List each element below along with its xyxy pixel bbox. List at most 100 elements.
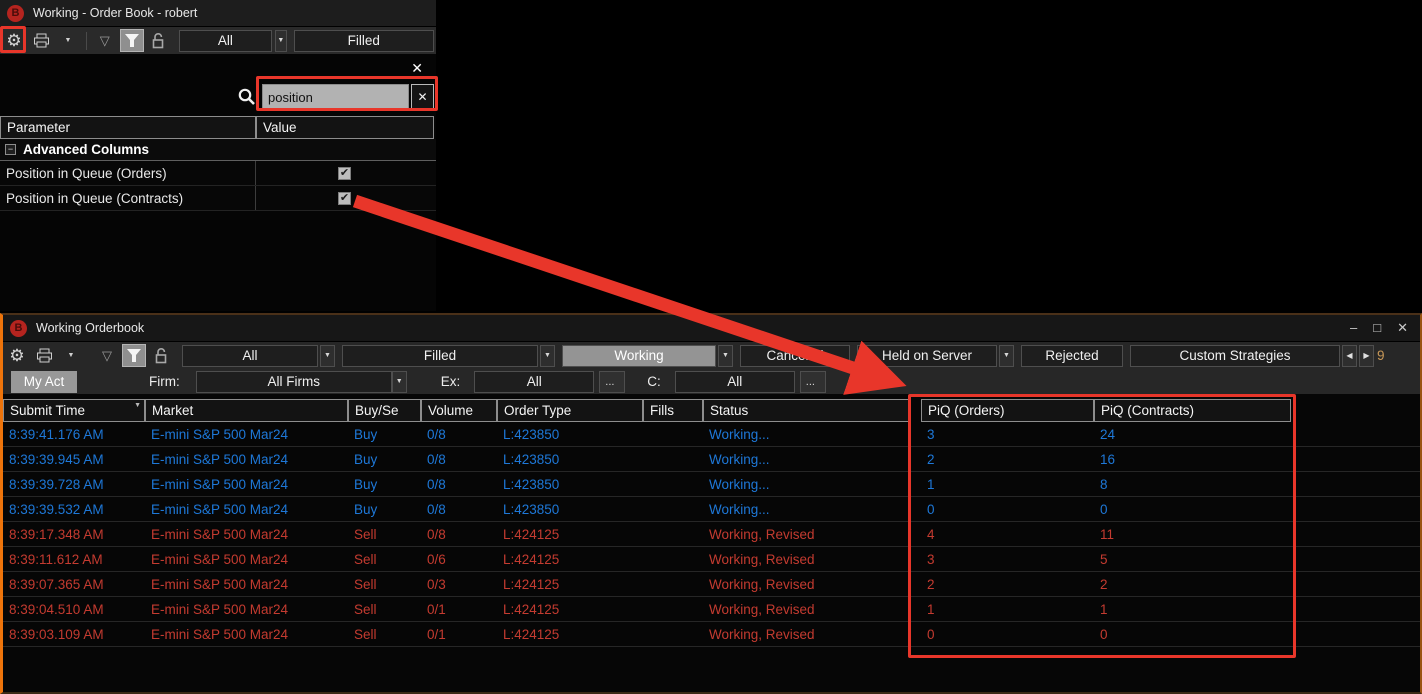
status-filter-rejected[interactable]: Rejected <box>1021 345 1123 367</box>
minimize-button[interactable]: – <box>1350 320 1357 336</box>
maximize-button[interactable]: □ <box>1373 320 1381 336</box>
column-header-submit-time[interactable]: Submit Time ▼ <box>3 399 145 422</box>
status-filter-filled[interactable]: Filled <box>342 345 538 367</box>
cell-fills <box>643 422 703 446</box>
parameter-value: ✔ <box>256 186 434 210</box>
app-logo-icon: B <box>10 320 27 337</box>
lock-button[interactable] <box>149 344 173 367</box>
exchange-field[interactable]: All <box>474 371 594 393</box>
settings-titlebar[interactable]: B Working - Order Book - robert <box>0 0 436 27</box>
order-row[interactable]: 8:39:39.945 AME-mini S&P 500 Mar24Buy0/8… <box>3 447 1420 472</box>
printer-icon <box>33 33 50 48</box>
order-row[interactable]: 8:39:39.532 AME-mini S&P 500 Mar24Buy0/8… <box>3 497 1420 522</box>
order-row[interactable]: 8:39:07.365 AME-mini S&P 500 Mar24Sell0/… <box>3 572 1420 597</box>
collapse-icon[interactable]: − <box>5 144 16 155</box>
order-row[interactable]: 8:39:39.728 AME-mini S&P 500 Mar24Buy0/8… <box>3 472 1420 497</box>
filter-button-active[interactable] <box>122 344 146 367</box>
settings-gear-button[interactable]: ⚙ <box>2 29 26 52</box>
parameter-row[interactable]: Position in Queue (Orders)✔ <box>0 161 436 186</box>
cell-order-type: L:424125 <box>497 622 643 646</box>
order-row[interactable]: 8:39:17.348 AME-mini S&P 500 Mar24Sell0/… <box>3 522 1420 547</box>
close-button[interactable]: ✕ <box>1397 320 1408 336</box>
gear-icon: ⚙ <box>6 32 21 49</box>
exchange-more-button[interactable]: ... <box>599 371 625 393</box>
settings-filter-filled-dropdown[interactable]: Filled <box>294 30 434 52</box>
column-header-volume[interactable]: Volume <box>421 399 497 422</box>
group-row-advanced-columns[interactable]: − Advanced Columns <box>0 139 436 161</box>
status-filter-all[interactable]: All <box>182 345 318 367</box>
cell-piq-orders: 0 <box>921 497 1094 521</box>
status-filter-working-arrow[interactable]: ▼ <box>718 345 733 367</box>
header-filler <box>1291 399 1420 422</box>
column-header-order-type[interactable]: Order Type <box>497 399 643 422</box>
status-filter-held-arrow[interactable]: ▼ <box>999 345 1014 367</box>
cell-status: Working, Revised <box>703 572 911 596</box>
panel-close-button[interactable]: ✕ <box>411 60 423 77</box>
cell-side: Sell <box>348 572 421 596</box>
settings-filter-all-arrow[interactable]: ▼ <box>275 30 287 52</box>
column-header-status[interactable]: Status <box>703 399 911 422</box>
order-row[interactable]: 8:39:03.109 AME-mini S&P 500 Mar24Sell0/… <box>3 622 1420 647</box>
settings-filter-all-dropdown[interactable]: All <box>179 30 272 52</box>
filter-button-active[interactable] <box>120 29 144 52</box>
chevron-left-icon[interactable]: ◀ <box>1342 345 1357 367</box>
column-header-piq-orders[interactable]: PiQ (Orders) <box>921 399 1094 422</box>
cell-fills <box>643 522 703 546</box>
orders-table-header: Submit Time ▼ Market Buy/Se Volume Order… <box>3 399 1420 422</box>
parameter-row[interactable]: Position in Queue (Contracts)✔ <box>0 186 436 211</box>
firm-dropdown-arrow[interactable]: ▼ <box>392 371 407 393</box>
print-dropdown-button[interactable]: ▼ <box>59 344 83 367</box>
status-filter-filled-arrow[interactable]: ▼ <box>540 345 555 367</box>
column-header-market[interactable]: Market <box>145 399 348 422</box>
order-row[interactable]: 8:39:11.612 AME-mini S&P 500 Mar24Sell0/… <box>3 547 1420 572</box>
column-header-fills[interactable]: Fills <box>643 399 703 422</box>
sort-button[interactable]: ▽ <box>95 344 119 367</box>
cell-fills <box>643 547 703 571</box>
cell-piq-orders: 4 <box>921 522 1094 546</box>
cell-volume: 0/8 <box>421 472 497 496</box>
cell-spacer <box>911 597 921 621</box>
lock-button[interactable] <box>147 29 171 52</box>
checkbox-checked[interactable]: ✔ <box>338 192 351 205</box>
orderbook-titlebar[interactable]: B Working Orderbook – □ ✕ <box>3 315 1420 342</box>
chevron-right-icon[interactable]: ▶ <box>1359 345 1374 367</box>
cell-spacer <box>1291 597 1420 621</box>
column-header-buy-sell[interactable]: Buy/Se <box>348 399 421 422</box>
cell-submit-time: 8:39:41.176 AM <box>3 422 145 446</box>
cell-piq-orders: 1 <box>921 597 1094 621</box>
search-icon <box>237 87 256 106</box>
contract-field[interactable]: All <box>675 371 795 393</box>
search-input[interactable]: position <box>262 84 409 110</box>
orderbook-gear-button[interactable]: ⚙ <box>5 344 29 367</box>
status-filter-held[interactable]: Held on Server <box>857 345 997 367</box>
column-header-value[interactable]: Value <box>256 116 434 139</box>
settings-window-title: Working - Order Book - robert <box>33 6 197 20</box>
orderbook-window-title: Working Orderbook <box>36 321 144 335</box>
status-filter-canceled[interactable]: Canceled <box>740 345 850 367</box>
sort-button[interactable]: ▽ <box>93 29 117 52</box>
parameter-table: Parameter Value − Advanced Columns Posit… <box>0 116 436 211</box>
firm-dropdown[interactable]: All Firms <box>196 371 392 393</box>
status-filter-all-arrow[interactable]: ▼ <box>320 345 335 367</box>
cell-status: Working... <box>703 497 911 521</box>
cell-status: Working... <box>703 447 911 471</box>
header-spacer <box>911 399 921 422</box>
my-account-button[interactable]: My Act <box>11 371 77 393</box>
print-button[interactable] <box>32 344 56 367</box>
print-button[interactable] <box>29 29 53 52</box>
order-row[interactable]: 8:39:04.510 AME-mini S&P 500 Mar24Sell0/… <box>3 597 1420 622</box>
status-filter-bar: All▼Filled▼Working▼CanceledHeld on Serve… <box>176 345 1374 367</box>
order-row[interactable]: 8:39:41.176 AME-mini S&P 500 Mar24Buy0/8… <box>3 422 1420 447</box>
contract-more-button[interactable]: ... <box>800 371 826 393</box>
cell-spacer <box>1291 472 1420 496</box>
status-filter-working[interactable]: Working <box>562 345 716 367</box>
checkbox-checked[interactable]: ✔ <box>338 167 351 180</box>
column-header-parameter[interactable]: Parameter <box>0 116 256 139</box>
search-clear-button[interactable]: ✕ <box>411 84 434 110</box>
status-filter-custom[interactable]: Custom Strategies <box>1130 345 1340 367</box>
column-header-piq-contracts[interactable]: PiQ (Contracts) <box>1094 399 1291 422</box>
cell-side: Buy <box>348 497 421 521</box>
nabla-icon: ▽ <box>102 348 112 364</box>
cell-side: Sell <box>348 547 421 571</box>
print-dropdown-button[interactable]: ▼ <box>56 29 80 52</box>
